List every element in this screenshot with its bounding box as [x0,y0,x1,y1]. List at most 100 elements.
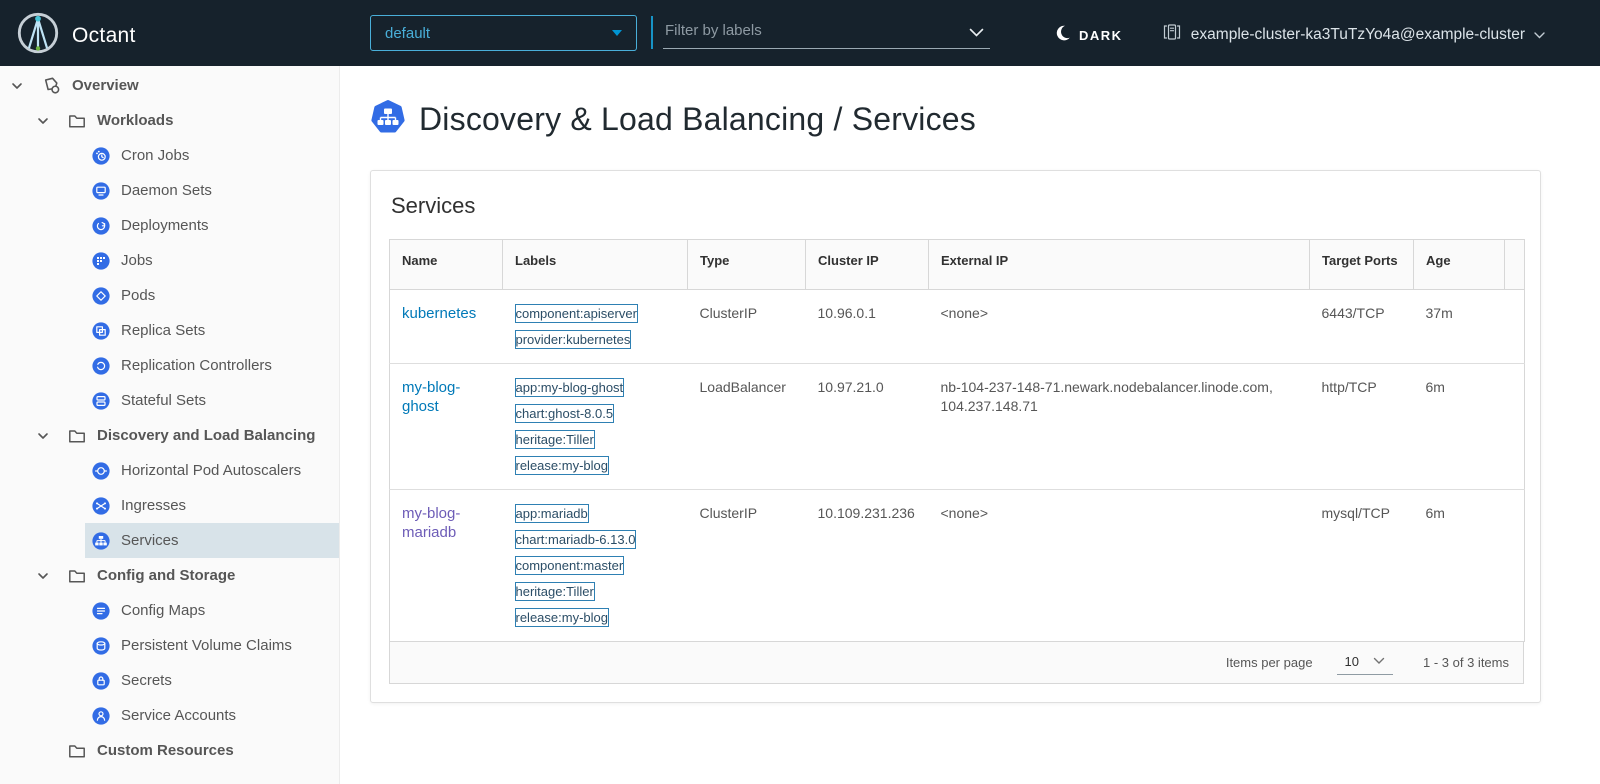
ingresses-icon [92,497,110,515]
folder-icon [68,743,86,759]
label-pill[interactable]: chart:mariadb-6.13.0 [515,530,637,549]
label-pill[interactable]: provider:kubernetes [515,330,632,349]
sidebar-item-jobs[interactable]: Jobs [0,243,339,278]
cell-name: kubernetes [390,290,503,364]
sidebar-item-config-and-storage[interactable]: Config and Storage [0,558,339,593]
column-header-filler [1505,240,1525,290]
services-table: NameLabelsTypeCluster IPExternal IPTarge… [389,239,1525,642]
label-pill[interactable]: heritage:Tiller [515,582,595,601]
items-per-page-select[interactable]: 10 [1337,651,1393,675]
services-page-icon [370,99,406,140]
label-pill[interactable]: component:apiserver [515,304,638,323]
cron-jobs-icon [92,147,110,165]
column-header-age: Age [1414,240,1505,290]
deployments-icon [92,217,110,235]
sidebar-item-cron-jobs[interactable]: Cron Jobs [0,138,339,173]
namespace-dropdown[interactable]: default [370,15,637,51]
cell-age: 37m [1414,290,1505,364]
label-pill[interactable]: app:mariadb [515,504,589,523]
label-pill[interactable]: chart:ghost-8.0.5 [515,404,615,423]
items-per-page-label: Items per page [1226,655,1313,670]
service-link-my-blog-mariadb[interactable]: my-blog-mariadb [402,505,460,541]
sidebar-item-label: Ingresses [121,497,186,514]
label-pill[interactable]: release:my-blog [515,456,610,475]
sidebar-item-overview[interactable]: Overview [0,68,339,103]
sidebar-item-replication-controllers[interactable]: Replication Controllers [0,348,339,383]
filter-chevron-down-icon[interactable] [969,25,984,43]
sidebar-item-replica-sets[interactable]: Replica Sets [0,313,339,348]
sidebar-item-label: Daemon Sets [121,182,212,199]
chevron-down-icon[interactable] [10,79,26,93]
main-content: Discovery & Load Balancing / Services Se… [340,66,1600,784]
sidebar-item-pods[interactable]: Pods [0,278,339,313]
sidebar-item-label: Secrets [121,672,172,689]
label-pill[interactable]: heritage:Tiller [515,430,595,449]
sidebar-item-label: Services [121,532,179,549]
sidebar-item-label: Replica Sets [121,322,205,339]
cell-type: LoadBalancer [688,364,806,490]
cell-filler [1505,364,1525,490]
chevron-down-icon[interactable] [36,114,52,128]
sidebar-item-persistent-volume-claims[interactable]: Persistent Volume Claims [0,628,339,663]
sidebar-item-discovery-and-load-balancing[interactable]: Discovery and Load Balancing [0,418,339,453]
cell-target-ports: http/TCP [1310,364,1414,490]
table-header-row: NameLabelsTypeCluster IPExternal IPTarge… [390,240,1525,290]
sidebar-item-custom-resources[interactable]: Custom Resources [0,733,339,768]
replication-controllers-icon [92,357,110,375]
app-header: Octant default DARK example-cluster-ka3T… [0,0,1600,66]
cell-external-ip: <none> [929,490,1310,642]
items-per-page-value: 10 [1345,654,1359,669]
sidebar-item-workloads[interactable]: Workloads [0,103,339,138]
sidebar-item-ingresses[interactable]: Ingresses [0,488,339,523]
service-link-my-blog-ghost[interactable]: my-blog-ghost [402,379,460,415]
service-accounts-icon [92,707,110,725]
sidebar-item-services[interactable]: Services [85,523,340,558]
sidebar-item-label: Config Maps [121,602,205,619]
cluster-context-label: example-cluster-ka3TuTzYo4a@example-clus… [1191,26,1525,44]
moon-icon [1053,24,1071,47]
sidebar-item-deployments[interactable]: Deployments [0,208,339,243]
cell-cluster-ip: 10.96.0.1 [806,290,929,364]
app-logo-group: Octant [16,11,136,60]
folder-icon [68,568,86,584]
cell-external-ip: <none> [929,290,1310,364]
sidebar-item-label: Persistent Volume Claims [121,637,292,654]
cell-type: ClusterIP [688,290,806,364]
cell-cluster-ip: 10.109.231.236 [806,490,929,642]
sidebar-item-horizontal-pod-autoscalers[interactable]: Horizontal Pod Autoscalers [0,453,339,488]
cell-name: my-blog-mariadb [390,490,503,642]
sidebar-item-service-accounts[interactable]: Service Accounts [0,698,339,733]
services-icon [92,532,110,550]
label-pill[interactable]: component:master [515,556,625,575]
cell-name: my-blog-ghost [390,364,503,490]
chevron-down-icon[interactable] [36,569,52,583]
sidebar-item-config-maps[interactable]: Config Maps [0,593,339,628]
sidebar-item-secrets[interactable]: Secrets [0,663,339,698]
sidebar-item-stateful-sets[interactable]: Stateful Sets [0,383,339,418]
sidebar-item-label: Custom Resources [97,742,234,759]
sidebar-item-label: Pods [121,287,155,304]
replica-sets-icon [92,322,110,340]
cell-filler [1505,290,1525,364]
service-link-kubernetes[interactable]: kubernetes [402,305,476,322]
label-filter-input[interactable] [663,16,990,49]
sidebar-item-label: Horizontal Pod Autoscalers [121,462,301,479]
dark-theme-toggle[interactable]: DARK [1053,24,1123,47]
namespace-selected-value: default [385,25,430,42]
cell-age: 6m [1414,490,1505,642]
sidebar-item-label: Discovery and Load Balancing [97,427,315,444]
cluster-context-selector[interactable]: example-cluster-ka3TuTzYo4a@example-clus… [1162,22,1545,47]
cluster-document-icon [1162,22,1182,47]
chevron-down-icon[interactable] [36,429,52,443]
config-maps-icon [92,602,110,620]
table-footer: Items per page 10 1 - 3 of 3 items [389,642,1524,684]
label-pill[interactable]: release:my-blog [515,608,610,627]
sidebar-item-daemon-sets[interactable]: Daemon Sets [0,173,339,208]
label-pill[interactable]: app:my-blog-ghost [515,378,625,397]
sidebar-item-label: Workloads [97,112,173,129]
column-header-target-ports: Target Ports [1310,240,1414,290]
page-title-row: Discovery & Load Balancing / Services [370,99,1600,140]
objects-icon [42,76,61,95]
cell-filler [1505,490,1525,642]
sidebar-item-label: Jobs [121,252,153,269]
